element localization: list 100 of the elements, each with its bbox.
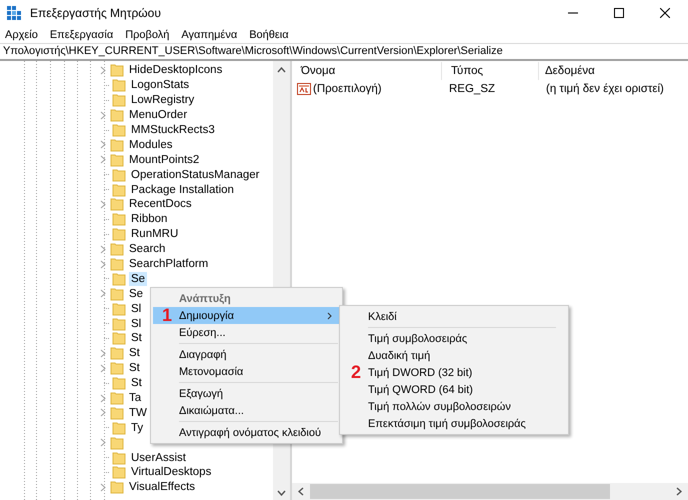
menu-item[interactable]: Επεκτάσιμη τιμή συμβολοσειράς <box>342 415 558 432</box>
folder-icon <box>112 272 126 286</box>
menu-item[interactable]: Διαγραφή <box>153 346 340 363</box>
folder-icon <box>110 257 124 272</box>
chevron-icon[interactable] <box>100 140 106 150</box>
menu-item[interactable]: Τιμή QWORD (64 bit) <box>342 381 558 398</box>
registry-icon <box>6 5 22 21</box>
tree-item[interactable]: Package Installation <box>129 182 236 197</box>
menu-item[interactable]: Αρχείο <box>5 28 38 40</box>
folder-icon <box>112 331 126 346</box>
folder-icon <box>110 63 124 78</box>
address-field[interactable]: Υπολογιστής\HKEY_CURRENT_USER\Software\Microsoft\Windows\CurrentVersion\Explorer\Serialize <box>0 43 688 61</box>
tree-item[interactable]: Se <box>127 286 146 301</box>
annotation-number: 2 <box>351 362 362 382</box>
menu-item[interactable]: Εύρεση... <box>153 324 340 341</box>
tree-item[interactable]: RunMRU <box>129 227 180 242</box>
menu-item[interactable]: Εξαγωγή <box>153 385 340 402</box>
menu-item[interactable]: Δικαιώματα... <box>153 402 340 419</box>
menu-item[interactable]: Τιμή πολλών συμβολοσειρών <box>342 398 558 415</box>
tree-item[interactable]: Ta <box>127 391 144 406</box>
chevron-icon[interactable] <box>100 408 106 418</box>
folder-icon <box>112 168 126 182</box>
tree-item[interactable]: Se <box>129 272 148 286</box>
tree-item[interactable]: St <box>127 346 142 360</box>
folder-icon <box>110 436 124 450</box>
menu-item[interactable]: Προβολή <box>125 28 170 40</box>
chevron-icon[interactable] <box>100 394 106 403</box>
table-cell: (Προεπιλογή) <box>313 83 382 95</box>
tree-item[interactable]: HideDesktopIcons <box>127 63 224 78</box>
scroll-left-icon[interactable] <box>298 487 304 496</box>
menu-item[interactable]: Δυαδική τιμή <box>342 347 558 364</box>
folder-icon <box>112 78 126 92</box>
tree-item[interactable]: Search <box>127 242 168 256</box>
menu-item[interactable]: 1 Δημιουργία <box>153 307 340 324</box>
column-header[interactable]: Όνομα <box>292 62 442 80</box>
folder-icon <box>110 346 124 360</box>
chevron-icon[interactable] <box>100 110 106 120</box>
folder-icon <box>112 376 126 390</box>
menu-item[interactable]: Μετονομασία <box>153 363 340 380</box>
window-title: Επεξεργαστής Μητρώου <box>30 6 161 20</box>
tree-item[interactable]: LowRegistry <box>129 93 196 108</box>
annotation-number: 1 <box>162 305 172 325</box>
tree-item[interactable]: St <box>129 376 144 390</box>
tree-item[interactable]: Sl <box>129 316 144 331</box>
tree-item[interactable]: Ribbon <box>129 212 170 226</box>
menu-item[interactable]: 2 Τιμή DWORD (32 bit) <box>342 364 558 381</box>
tree-item[interactable]: LogonStats <box>129 78 192 92</box>
folder-icon <box>112 123 126 137</box>
tree-item[interactable]: MountPoints2 <box>127 152 202 167</box>
tree-item[interactable]: MMStuckRects3 <box>129 123 217 137</box>
column-header[interactable]: Δεδομένα <box>539 62 688 80</box>
folder-icon <box>112 182 126 197</box>
tree-item[interactable]: St <box>127 361 142 376</box>
tree-item[interactable]: UserAssist <box>129 450 188 465</box>
tree-item[interactable]: Modules <box>127 138 174 152</box>
chevron-icon[interactable] <box>100 155 106 164</box>
menu-item[interactable]: Επεξεργασία <box>50 28 114 40</box>
scroll-right-icon[interactable] <box>676 487 682 496</box>
tree-item[interactable]: TW <box>127 406 149 420</box>
tree-item[interactable]: MenuOrder <box>127 108 190 122</box>
tree-item[interactable]: SearchPlatform <box>127 257 210 272</box>
chevron-icon[interactable] <box>100 260 106 269</box>
folder-icon <box>112 465 126 480</box>
menu-item[interactable]: Τιμή συμβολοσειράς <box>342 330 558 347</box>
folder-icon <box>110 391 124 406</box>
chevron-icon[interactable] <box>100 289 106 298</box>
tree-item[interactable]: RecentDocs <box>127 197 194 212</box>
chevron-icon[interactable] <box>100 438 106 448</box>
table-cell-text: (η τιμή δεν έχει οριστεί) <box>545 83 665 95</box>
chevron-icon[interactable] <box>100 364 106 373</box>
chevron-icon[interactable] <box>100 348 106 358</box>
folder-icon <box>110 138 124 152</box>
column-header[interactable]: Τύπος <box>442 62 539 80</box>
string-value-icon <box>297 82 311 96</box>
folder-icon <box>110 108 124 122</box>
tree-item[interactable]: VirtualDesktops <box>129 465 214 480</box>
tree-item[interactable]: VisualEffects <box>127 480 198 494</box>
menu-item[interactable]: Αγαπημένα <box>181 28 238 40</box>
folder-icon <box>110 152 124 167</box>
chevron-icon[interactable] <box>100 482 106 492</box>
maximize-icon <box>614 8 624 18</box>
tree-item[interactable]: Sl <box>129 302 144 316</box>
table-cell-text: REG_SZ <box>448 83 496 95</box>
tree-item[interactable]: St <box>129 331 144 346</box>
scroll-up-icon[interactable] <box>277 67 286 73</box>
menu-item[interactable]: Κλειδί <box>342 308 558 325</box>
chevron-icon[interactable] <box>100 66 106 75</box>
tree-item[interactable]: OperationStatusManager <box>129 168 262 182</box>
scroll-down-icon[interactable] <box>277 490 286 496</box>
menu-item[interactable]: Αντιγραφή ονόματος κλειδιού <box>153 424 340 441</box>
chevron-icon[interactable] <box>100 200 106 209</box>
folder-icon <box>112 93 126 108</box>
chevron-icon[interactable] <box>100 244 106 254</box>
menu-item[interactable]: Βοήθεια <box>249 28 289 40</box>
folder-icon <box>112 450 126 465</box>
close-icon <box>660 8 670 18</box>
folder-icon <box>110 286 124 301</box>
scrollbar[interactable] <box>292 483 688 500</box>
tree-item[interactable]: Ty <box>129 420 146 435</box>
folder-icon <box>112 227 126 242</box>
